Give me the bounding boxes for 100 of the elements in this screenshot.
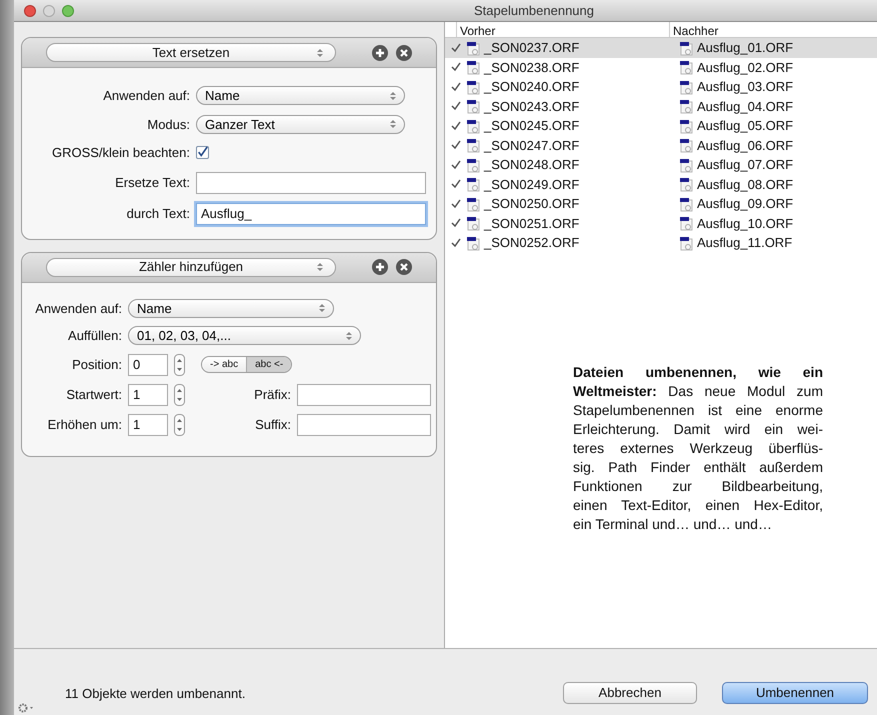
text-field[interactable] [297, 414, 431, 436]
column-header[interactable]: Vorher [456, 22, 669, 37]
select-popup[interactable]: Name [196, 86, 405, 106]
image-file-icon [467, 40, 481, 56]
field-label: Position: [71, 356, 122, 374]
action-popup[interactable]: Zähler hinzufügen [46, 258, 336, 276]
file-row[interactable]: _SON0251.ORF Ausflug_10.ORF [445, 214, 877, 233]
table-cell-text: Ausflug_02.ORF [697, 58, 794, 77]
select-popup[interactable]: Ganzer Text [196, 114, 405, 134]
table-cell-text: _SON0245.ORF [484, 117, 580, 135]
image-file-icon [680, 137, 694, 154]
table-cell-text: _SON0249.ORF [484, 176, 580, 194]
file-row[interactable]: _SON0243.ORF Ausflug_04.ORF [445, 96, 877, 116]
remove-icon[interactable] [396, 259, 412, 275]
table-cell-text: Ausflug_09.ORF [697, 195, 794, 213]
image-file-icon [467, 196, 481, 212]
field-label: durch Text: [126, 204, 190, 223]
image-file-icon [467, 59, 481, 76]
add-icon[interactable] [372, 44, 388, 60]
text-field[interactable]: Ausflug_ [196, 202, 426, 224]
add-icon[interactable] [372, 259, 388, 275]
updown-arrows-icon [317, 262, 323, 272]
checkmark-icon[interactable] [451, 62, 461, 72]
table-cell-text: _SON0247.ORF [484, 136, 580, 155]
stepper-icon[interactable] [174, 354, 185, 376]
text-field[interactable] [196, 172, 426, 194]
file-row[interactable]: _SON0240.ORF Ausflug_03.ORF [445, 77, 877, 96]
checkmark-icon[interactable] [451, 160, 461, 170]
action-popup[interactable]: Text ersetzen [46, 43, 336, 62]
gear-menu-icon[interactable] [18, 703, 36, 713]
field-label: Anwenden auf: [102, 87, 190, 105]
image-file-icon [680, 196, 694, 212]
file-row[interactable]: _SON0237.ORF Ausflug_01.ORF [445, 38, 877, 58]
file-row[interactable]: _SON0248.ORF Ausflug_07.ORF [445, 155, 877, 174]
file-row[interactable]: _SON0245.ORF Ausflug_05.ORF [445, 116, 877, 136]
table-cell-text: _SON0248.ORF [484, 156, 580, 174]
image-file-icon [680, 234, 694, 251]
image-file-icon [680, 118, 694, 134]
checkmark-icon[interactable] [451, 101, 461, 112]
field-label: Erhöhen um: [46, 416, 122, 434]
image-file-icon [467, 118, 481, 134]
updown-arrows-icon [346, 330, 352, 341]
window-title: Stapelumbenennung [474, 2, 594, 20]
segment-button[interactable]: -> abc [202, 357, 246, 372]
checkmark-icon[interactable] [451, 42, 461, 53]
number-field[interactable]: 0 [128, 354, 168, 376]
number-field[interactable]: 1 [128, 384, 168, 406]
table-cell-text: _SON0251.ORF [484, 214, 580, 233]
checkmark-icon[interactable] [451, 82, 461, 92]
table-cell-text: Ausflug_06.ORF [697, 136, 794, 155]
table-cell-text: Ausflug_07.ORF [697, 156, 794, 174]
remove-icon[interactable] [396, 44, 412, 60]
table-cell-text: Ausflug_01.ORF [697, 39, 794, 57]
text-field[interactable] [297, 384, 431, 406]
dialog-button[interactable]: Umbenennen [722, 682, 868, 704]
checkmark-icon [197, 146, 208, 160]
table-cell-text: _SON0240.ORF [484, 78, 580, 96]
file-row[interactable]: _SON0238.ORF Ausflug_02.ORF [445, 58, 877, 77]
file-row[interactable]: _SON0249.ORF Ausflug_08.ORF [445, 174, 877, 194]
segment-button[interactable]: abc <- [246, 357, 292, 372]
number-field[interactable]: 1 [128, 414, 168, 436]
image-file-icon [467, 98, 481, 114]
field-label: Startwert: [65, 386, 122, 404]
stepper-icon[interactable] [174, 414, 185, 436]
checkmark-icon[interactable] [451, 179, 461, 190]
image-file-icon [467, 78, 481, 95]
file-row[interactable]: _SON0250.ORF Ausflug_09.ORF [445, 194, 877, 214]
column-header[interactable]: Nachher [669, 22, 877, 37]
table-cell-text: _SON0243.ORF [484, 98, 580, 116]
image-file-icon [680, 59, 694, 76]
table-cell-text: _SON0237.ORF [484, 39, 580, 57]
close-button[interactable] [24, 4, 36, 16]
image-file-icon [680, 215, 694, 232]
table-cell-text: _SON0250.ORF [484, 195, 580, 213]
zoom-button[interactable] [62, 4, 74, 16]
image-file-icon [467, 176, 481, 192]
checkmark-icon[interactable] [451, 120, 461, 131]
table-cell-text: Ausflug_05.ORF [697, 117, 794, 135]
checkmark-icon[interactable] [451, 198, 461, 209]
file-row[interactable]: _SON0252.ORF Ausflug_11.ORF [445, 233, 877, 252]
table-cell-text: _SON0238.ORF [484, 58, 580, 77]
image-file-icon [680, 78, 694, 95]
table-cell-text: Ausflug_08.ORF [697, 176, 794, 194]
updown-arrows-icon [390, 90, 396, 101]
caption-text: Dateien umbenennen, wie ein Weltmeister: Das neue Modul zum Stapelumbenennen ist eine enorme Erleichterung. Damit wird ein wei- teres externes Werkzeug überflüs- sig. Path Finder enthält außerdem Funktionen zur Bildbearbeitung, einen Text-Editor, einen Hex-Editor, ein Terminal und… und… und… [573, 362, 823, 534]
field-label: GROSS/klein beachten: [50, 144, 190, 162]
field-label: Suffix: [254, 416, 291, 434]
select-popup[interactable]: Name [128, 298, 334, 318]
dialog-button[interactable]: Abbrechen [563, 682, 697, 704]
checkmark-icon[interactable] [451, 218, 461, 228]
file-row[interactable]: _SON0247.ORF Ausflug_06.ORF [445, 136, 877, 155]
checkmark-icon[interactable] [451, 140, 461, 150]
image-file-icon [680, 156, 694, 173]
checkmark-icon[interactable] [451, 238, 461, 248]
field-label: Anwenden auf: [34, 300, 122, 318]
image-file-icon [467, 234, 481, 251]
select-popup[interactable]: 01, 02, 03, 04,... [128, 326, 361, 346]
checkbox[interactable] [196, 146, 209, 160]
stepper-icon[interactable] [174, 384, 185, 406]
image-file-icon [467, 156, 481, 173]
